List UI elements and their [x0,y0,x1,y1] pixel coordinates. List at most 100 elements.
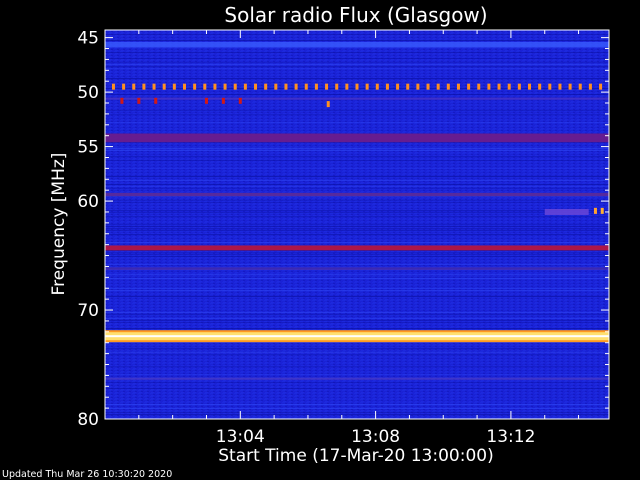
noise-stripe [105,58,609,59]
noise-stripe [105,226,609,227]
y-tick-label: 55 [77,138,99,158]
burst-marker [385,83,389,90]
burst-marker [406,83,410,90]
y-tick-label: 50 [77,83,99,103]
noise-stripe [105,288,609,289]
noise-stripe [105,200,609,201]
chart-title: Solar radio Flux (Glasgow) [224,3,487,27]
burst-marker [213,83,217,90]
noise-stripe [105,160,609,161]
burst-marker [436,83,440,90]
noise-stripe [105,404,609,405]
noise-stripe [105,176,609,177]
emission-band [105,97,609,100]
emission-band [105,377,609,380]
x-axis-label: Start Time (17-Mar-20 13:00:00) [218,446,493,466]
burst-marker [497,83,501,90]
burst-marker [294,83,298,90]
noise-stripe [105,320,609,321]
burst-marker [375,83,379,90]
noise-stripe [105,186,609,187]
burst-marker [548,83,552,90]
x-tick-label: 13:12 [486,427,535,447]
emission-band [105,192,609,197]
noise-stripe [105,374,609,375]
noise-stripe [105,354,609,355]
burst-marker [477,83,481,90]
burst-marker [558,83,562,90]
x-tick-label: 13:08 [351,427,400,447]
noise-stripe [105,254,609,255]
burst-marker [238,97,242,104]
burst-marker [467,83,471,90]
burst-marker [517,83,521,90]
burst-marker [314,83,318,90]
burst-marker [264,83,268,90]
noise-stripe [105,114,609,115]
noise-stripe [105,188,609,189]
noise-stripe [105,224,609,225]
noise-stripe [105,322,609,323]
noise-stripe [105,312,609,313]
burst-marker [284,83,288,90]
emission-band [105,335,609,338]
noise-stripe [105,318,609,319]
noise-stripe [105,408,609,409]
burst-marker [326,101,330,108]
noise-stripe [105,274,609,275]
noise-stripe [105,314,609,315]
noise-stripe [105,148,609,149]
burst-marker [221,97,225,104]
noise-stripe [105,328,609,329]
burst-marker [204,97,208,104]
burst-marker [122,83,126,90]
burst-marker [111,83,115,90]
burst-marker [507,83,511,90]
spectrogram-chart: Solar radio Flux (Glasgow) 455055607080 … [2,3,610,480]
updated-timestamp: Updated Thu Mar 26 10:30:20 2020 [2,469,172,480]
noise-stripe [105,412,609,413]
burst-marker [600,207,604,214]
noise-stripe [105,210,609,211]
burst-marker [233,83,237,90]
burst-marker [593,207,597,214]
burst-marker [426,83,430,90]
burst-marker [568,83,572,90]
noise-stripe [105,290,609,291]
burst-marker [243,83,247,90]
burst-marker [203,83,207,90]
noise-stripe [105,184,609,185]
noise-stripe [105,94,609,95]
noise-stripe [105,66,609,67]
noise-stripe [105,366,609,367]
emission-band [105,133,609,143]
y-axis-label: Frequency [MHz] [49,153,69,296]
burst-marker [355,83,359,90]
emission-band [105,245,609,251]
burst-marker [193,83,197,90]
noise-stripe [105,40,609,41]
burst-marker [137,97,141,104]
noise-stripe [105,296,609,297]
noise-stripe [105,256,609,257]
burst-marker [599,83,603,90]
band-top-highlight [105,41,609,48]
noise-stripe [105,212,609,213]
burst-marker [456,83,460,90]
noise-stripe [105,216,609,217]
y-tick-label: 45 [77,29,99,49]
burst-marker [588,83,592,90]
noise-stripe [105,168,609,169]
burst-marker [528,83,532,90]
noise-stripe [105,78,609,79]
noise-stripe [105,122,609,123]
noise-stripe [105,62,609,63]
burst-marker [396,83,400,90]
burst-marker [365,83,369,90]
noise-stripe [105,382,609,383]
plot-area [104,29,610,420]
noise-stripe [105,264,609,265]
y-tick-label: 60 [77,192,99,212]
noise-stripe [105,352,609,353]
noise-stripe [105,110,609,111]
